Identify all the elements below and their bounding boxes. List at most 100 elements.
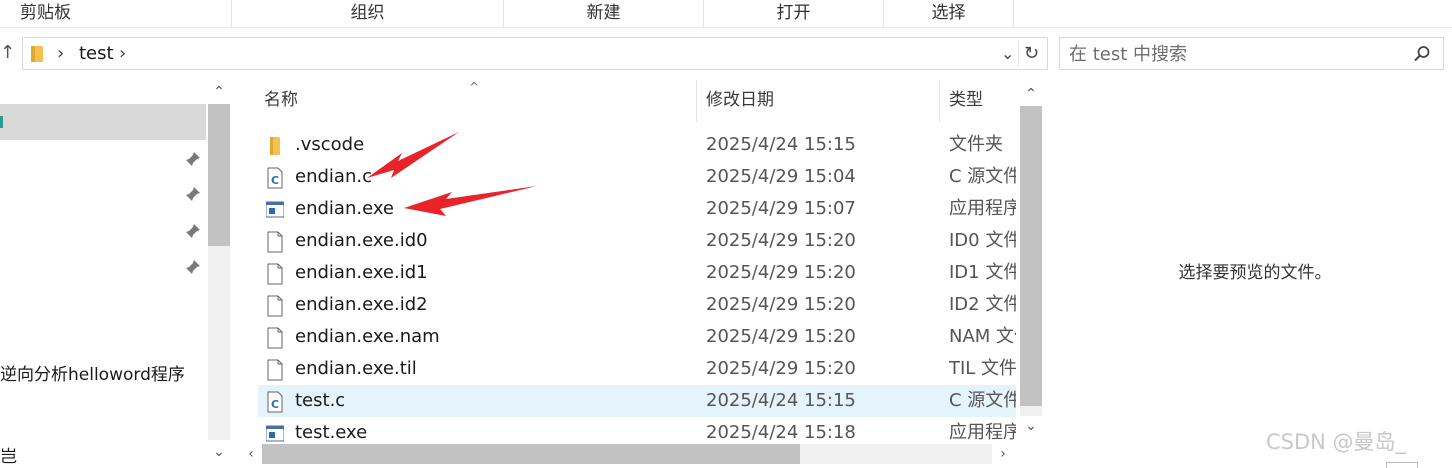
file-row[interactable]: endian.exe.til 2025/4/29 15:20 TIL 文件	[258, 353, 1016, 385]
c-source-file-icon: C	[267, 167, 283, 189]
file-date: 2025/4/29 15:20	[706, 358, 856, 379]
file-type: ID2 文件	[949, 294, 1016, 315]
search-icon[interactable]	[1413, 45, 1431, 63]
file-date: 2025/4/29 15:20	[706, 326, 856, 347]
ribbon-group-label: 打开	[776, 3, 811, 23]
file-type: 应用程序	[949, 198, 1016, 219]
file-list-pane: ^ 名称 修改日期 类型 .vscode 2025/4/24 15:15 文件夹…	[238, 80, 1046, 468]
file-type: C 源文件	[949, 390, 1016, 411]
file-name: endian.exe.til	[295, 358, 417, 379]
column-header-type[interactable]: 类型	[949, 88, 983, 124]
scrollbar-thumb[interactable]	[1020, 106, 1042, 406]
file-list-horizontal-scrollbar[interactable]: ‹ ›	[238, 442, 1016, 466]
file-icon	[267, 327, 283, 349]
ribbon-group-label: 剪贴板	[20, 3, 71, 23]
file-row[interactable]: endian.exe.id1 2025/4/29 15:20 ID1 文件	[258, 257, 1016, 289]
file-date: 2025/4/29 15:20	[706, 294, 856, 315]
scroll-up-icon[interactable]: ⌃	[208, 84, 230, 100]
preview-message: 选择要预览的文件。	[1178, 263, 1332, 283]
file-type: 文件夹	[949, 134, 1003, 155]
search-box[interactable]	[1059, 37, 1444, 70]
address-bar[interactable]: › test › ⌄ ↻	[22, 37, 1048, 70]
ribbon-group-label: 选择	[931, 3, 966, 23]
application-icon	[266, 425, 284, 442]
file-date: 2025/4/24 15:15	[706, 390, 856, 411]
ribbon-group-select[interactable]: 选择	[884, 0, 1014, 28]
file-name: test.exe	[295, 422, 368, 442]
scrollbar-thumb[interactable]	[208, 104, 230, 246]
scroll-down-icon[interactable]: ⌄	[1020, 418, 1042, 434]
file-name: endian.exe.nam	[295, 326, 440, 347]
nav-item-label[interactable]: 逆向分析helloword程序	[0, 364, 185, 386]
nav-vertical-scrollbar[interactable]: ⌃ ⌄	[206, 80, 230, 468]
file-icon	[267, 263, 283, 285]
file-icon	[267, 295, 283, 317]
watermark: CSDN @曼岛_	[1266, 430, 1407, 454]
column-divider[interactable]	[939, 80, 940, 122]
navigation-pane: 逆向分析helloword程序 岂 ⌃ ⌄	[0, 80, 232, 468]
search-input[interactable]	[1069, 42, 1399, 66]
file-row[interactable]: .vscode 2025/4/24 15:15 文件夹	[258, 129, 1016, 161]
pin-icon[interactable]	[184, 185, 202, 203]
column-header-date[interactable]: 修改日期	[706, 88, 774, 124]
file-row[interactable]: C endian.c 2025/4/29 15:04 C 源文件	[258, 161, 1016, 193]
column-divider[interactable]	[696, 80, 697, 122]
status-bar-fragment	[1386, 462, 1418, 468]
file-date: 2025/4/24 15:18	[706, 422, 856, 442]
sort-ascending-icon: ^	[469, 80, 480, 94]
file-row[interactable]: endian.exe.nam 2025/4/29 15:20 NAM 文件	[258, 321, 1016, 353]
scroll-right-icon[interactable]: ›	[992, 446, 1014, 462]
ribbon: 剪贴板 组织 新建 打开 选择	[0, 0, 1452, 28]
file-row[interactable]: endian.exe.id0 2025/4/29 15:20 ID0 文件	[258, 225, 1016, 257]
file-type: ID1 文件	[949, 262, 1016, 283]
refresh-icon[interactable]: ↻	[1018, 41, 1044, 67]
file-type: C 源文件	[949, 166, 1016, 187]
ribbon-group-clipboard[interactable]: 剪贴板	[0, 0, 232, 28]
file-name: endian.exe.id1	[295, 262, 428, 283]
scroll-up-icon[interactable]: ⌃	[1020, 86, 1042, 102]
file-type: 应用程序	[949, 422, 1016, 442]
breadcrumb-chevron-icon[interactable]: ›	[119, 42, 126, 66]
file-row[interactable]: endian.exe.id2 2025/4/29 15:20 ID2 文件	[258, 289, 1016, 321]
selection-marker	[0, 116, 3, 128]
ribbon-group-new[interactable]: 新建	[504, 0, 704, 28]
column-header-name[interactable]: 名称	[264, 88, 298, 124]
file-date: 2025/4/24 15:15	[706, 134, 856, 155]
file-date: 2025/4/29 15:20	[706, 262, 856, 283]
up-arrow-icon[interactable]: ↑	[0, 40, 16, 66]
scroll-left-icon[interactable]: ‹	[240, 446, 262, 462]
ribbon-group-organize[interactable]: 组织	[232, 0, 504, 28]
nav-item-selected[interactable]	[0, 104, 206, 140]
file-type: ID0 文件	[949, 230, 1016, 251]
nav-item-label[interactable]: 岂	[0, 446, 17, 468]
svg-text:C: C	[271, 398, 279, 411]
file-name: .vscode	[295, 134, 365, 155]
breadcrumb-chevron-icon[interactable]: ›	[57, 42, 64, 66]
breadcrumb-item-test[interactable]: test	[79, 42, 114, 66]
file-row[interactable]: endian.exe 2025/4/29 15:07 应用程序	[258, 193, 1016, 225]
svg-text:C: C	[271, 174, 279, 187]
folder-icon	[31, 46, 43, 62]
pin-icon[interactable]	[184, 258, 202, 276]
file-date: 2025/4/29 15:04	[706, 166, 856, 187]
file-date: 2025/4/29 15:20	[706, 230, 856, 251]
scroll-down-icon[interactable]: ⌄	[208, 444, 230, 460]
file-type: NAM 文件	[949, 326, 1016, 347]
pin-icon[interactable]	[184, 150, 202, 168]
file-row-selected[interactable]: C test.c 2025/4/24 15:15 C 源文件	[258, 385, 1016, 417]
chevron-down-icon[interactable]: ⌄	[1001, 43, 1014, 65]
file-list-vertical-scrollbar[interactable]: ⌃ ⌄	[1016, 80, 1046, 442]
file-name: endian.exe.id2	[295, 294, 428, 315]
file-name: test.c	[295, 390, 346, 411]
preview-pane: 选择要预览的文件。	[1058, 80, 1452, 468]
pin-icon[interactable]	[184, 222, 202, 240]
file-name: endian.c	[295, 166, 372, 187]
file-name: endian.exe	[295, 198, 394, 219]
ribbon-group-open[interactable]: 打开	[704, 0, 884, 28]
file-row[interactable]: test.exe 2025/4/24 15:18 应用程序	[258, 417, 1016, 442]
scrollbar-thumb[interactable]	[262, 444, 800, 464]
ribbon-group-label: 组织	[350, 3, 385, 23]
ribbon-group-label: 新建	[586, 3, 621, 23]
file-type: TIL 文件	[949, 358, 1016, 379]
c-source-file-icon: C	[267, 391, 283, 413]
